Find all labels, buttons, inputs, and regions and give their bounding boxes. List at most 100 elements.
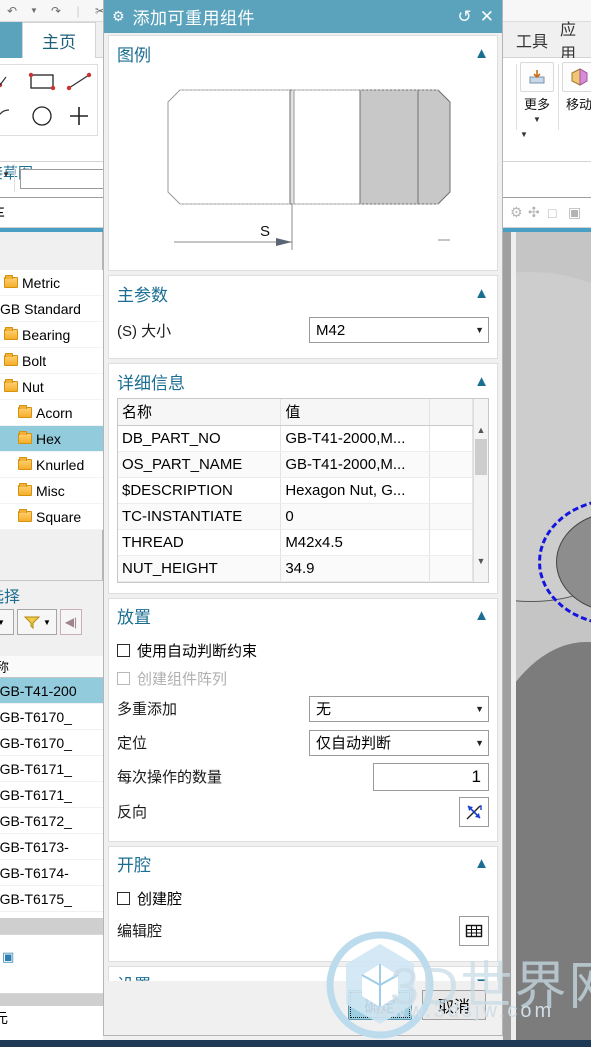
list-item[interactable]: ut,GB-T6174- [0, 860, 103, 886]
reuse-library-tree[interactable]: Metric GB Standard Bearing Bolt Nut Acorn Hex K… [0, 270, 103, 530]
chevron-down-icon[interactable]: ▼ [475, 704, 484, 714]
grid-table-icon[interactable] [459, 915, 489, 946]
positioning-combobox[interactable]: 仅自动判断 ▼ [309, 729, 489, 756]
collapse-left-icon[interactable]: ◀| [60, 609, 82, 635]
sketch-circle-icon[interactable] [29, 104, 55, 131]
scroll-down-icon[interactable]: ▼ [474, 554, 488, 568]
list-item[interactable]: ut,GB-T6173- [0, 834, 103, 860]
tree-item[interactable]: Knurled [0, 452, 103, 478]
gear-icon: ⚙ [112, 8, 125, 24]
move-object-icon[interactable] [562, 62, 591, 92]
chevron-up-icon[interactable]: ▲ [474, 607, 489, 624]
chevron-up-icon[interactable]: ▲ [474, 45, 489, 62]
table-row[interactable]: DB_PART_NO GB-T41-2000,M... [118, 425, 474, 452]
section-main-params-title: 主参数 [117, 285, 168, 305]
table-row[interactable]: THREAD M42x4.5 [118, 529, 474, 556]
details-col-name[interactable]: 名称 [118, 399, 282, 426]
create-cavity-checkbox-row[interactable]: 创建腔 [117, 885, 489, 913]
status-line-text: 元 [0, 1010, 8, 1026]
cancel-button[interactable]: 取消 [422, 990, 486, 1020]
section-placement-header[interactable]: 放置 ▲ [109, 598, 497, 633]
tree-item[interactable]: Misc [0, 478, 103, 504]
scrollbar-thumb[interactable] [475, 439, 487, 475]
rect-select-icon[interactable]: □ [548, 205, 556, 221]
tree-item[interactable]: Hex [0, 426, 103, 452]
ribbon-group-more[interactable]: 更多 ▼ [520, 62, 554, 124]
list-item[interactable]: ut,GB-T6175_ [0, 886, 103, 912]
chevron-down-icon[interactable]: ▼ [533, 115, 541, 124]
ribbon-group-move[interactable]: 移动 [562, 62, 591, 113]
multi-add-combobox[interactable]: 无 ▼ [309, 695, 489, 722]
section-settings-header[interactable]: 设置 ▼ [109, 966, 497, 981]
reverse-direction-icon[interactable] [459, 796, 489, 827]
tab-applications[interactable]: 应用 [560, 22, 591, 63]
redo-icon[interactable]: ↷ [48, 3, 64, 19]
list-item[interactable]: ut,GB-T41-200 [0, 678, 103, 704]
section-details-header[interactable]: 详细信息 ▲ [109, 364, 497, 398]
tab-tools[interactable]: 工具 [516, 22, 548, 58]
tree-item[interactable]: Square [0, 504, 103, 530]
chevron-down-icon[interactable]: ▼ [475, 738, 484, 748]
point-cloud-icon[interactable]: ✣ [528, 204, 540, 221]
section-legend-body: S S [109, 70, 497, 270]
list-item[interactable]: ut,GB-T6170_ [0, 730, 103, 756]
section-cavity-header[interactable]: 开腔 ▲ [109, 846, 497, 881]
undo-icon[interactable]: ↶ [4, 3, 20, 19]
table-row[interactable]: $DESCRIPTION Hexagon Nut, G... [118, 477, 474, 504]
sketch-name-input[interactable] [20, 169, 116, 189]
tab-file[interactable] [0, 22, 22, 58]
count-input[interactable]: 1 [373, 762, 489, 791]
list-item[interactable]: ut,GB-T6172_ [0, 808, 103, 834]
chevron-down-icon[interactable]: ▼ [475, 325, 484, 335]
filter-funnel-icon[interactable]: ▼ [17, 609, 57, 635]
tree-item[interactable]: Acorn [0, 400, 103, 426]
details-table[interactable]: 名称 值 DB_PART_NO GB-T41-2000,M... OS_PART_N… [118, 399, 474, 582]
tree-item[interactable]: GB Standard [0, 296, 103, 322]
search-dropdown-button[interactable]: ▼ [0, 609, 14, 635]
folder-icon [18, 457, 32, 470]
table-row[interactable]: NUT_HEIGHT 34.9 [118, 555, 474, 582]
section-main-params-header[interactable]: 主参数 ▲ [109, 276, 497, 310]
sketch-line-icon[interactable] [64, 71, 94, 94]
ok-button[interactable]: 确定 [348, 990, 412, 1020]
details-col-blank[interactable] [429, 399, 474, 426]
undo-dropdown-icon[interactable]: ▼ [26, 3, 42, 19]
sketch-plus-icon[interactable] [67, 104, 91, 131]
ribbon-expand-chevron-icon[interactable]: ▼ [520, 130, 528, 139]
parts-list-scroll-footer[interactable] [0, 918, 103, 934]
tree-item[interactable]: Bearing [0, 322, 103, 348]
tree-item[interactable]: Nut [0, 374, 103, 400]
table-row[interactable]: TC-INSTANTIATE 0 [118, 503, 474, 530]
infer-constraints-checkbox[interactable] [117, 644, 130, 657]
details-col-value[interactable]: 值 [280, 399, 430, 426]
section-legend-header[interactable]: 图例 ▲ [109, 36, 497, 70]
tab-home[interactable]: 主页 [22, 22, 96, 58]
create-cavity-checkbox[interactable] [117, 892, 130, 905]
table-row[interactable]: OS_PART_NAME GB-T41-2000,M... [118, 451, 474, 478]
list-item[interactable]: ut,GB-T6171_ [0, 756, 103, 782]
marquee-icon[interactable]: ▣ [568, 204, 581, 221]
size-combobox[interactable]: M42 ▼ [309, 317, 489, 343]
tree-item[interactable]: Bolt [0, 348, 103, 374]
reset-refresh-icon[interactable]: ↺ [458, 8, 472, 25]
chevron-up-icon[interactable]: ▲ [474, 373, 489, 390]
subbar-dropdown-icon[interactable]: ▼ [2, 170, 10, 179]
scroll-up-icon[interactable]: ▲ [474, 423, 488, 437]
chevron-up-icon[interactable]: ▲ [474, 285, 489, 302]
chevron-up-icon[interactable]: ▲ [474, 855, 489, 872]
details-table-scrollbar[interactable]: ▲ ▼ [473, 399, 488, 582]
detail-blank-cell [429, 529, 474, 556]
chain-icon[interactable]: ⚙ [510, 204, 523, 221]
list-item[interactable]: ut,GB-T6170_ [0, 704, 103, 730]
tree-item[interactable]: Metric [0, 270, 103, 296]
sketch-point-icon[interactable] [0, 72, 15, 93]
parts-list[interactable]: ut,GB-T41-200ut,GB-T6170_ut,GB-T6170_ut,… [0, 678, 103, 918]
sketch-rectangle-icon[interactable] [27, 71, 57, 94]
graphics-viewport[interactable] [516, 232, 591, 1047]
sketch-arc-icon[interactable] [0, 105, 17, 130]
close-icon[interactable]: ✕ [480, 8, 494, 25]
positioning-value: 仅自动判断 [316, 735, 392, 752]
more-commands-icon[interactable] [520, 62, 554, 92]
list-item[interactable]: ut,GB-T6171_ [0, 782, 103, 808]
infer-constraints-checkbox-row[interactable]: 使用自动判断约束 [117, 637, 489, 665]
